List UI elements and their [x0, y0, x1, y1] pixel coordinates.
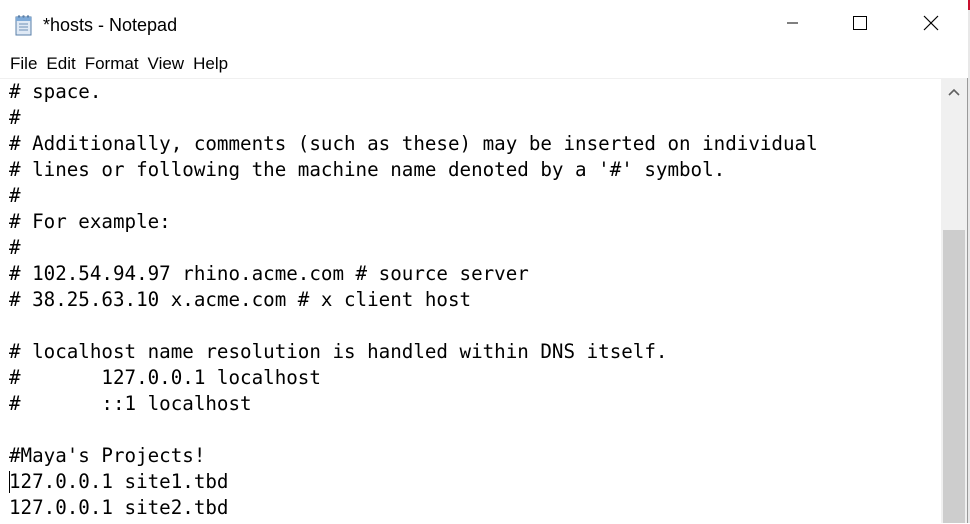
menu-format[interactable]: Format: [75, 50, 139, 78]
editor-line: # ::1 localhost: [9, 392, 252, 415]
menu-bar: File Edit Format View Help: [0, 50, 968, 78]
chevron-up-icon: [948, 83, 960, 101]
notepad-window: *hosts - Notepad File Edit Format View H…: [0, 0, 968, 524]
menu-file[interactable]: File: [0, 50, 37, 78]
maximize-button[interactable]: [837, 0, 883, 50]
text-editor[interactable]: # space. # # Additionally, comments (suc…: [0, 78, 941, 524]
editor-line: #Maya's Projects!: [9, 444, 206, 467]
notepad-icon: [14, 14, 34, 36]
scroll-thumb[interactable]: [943, 230, 965, 523]
window-title: *hosts - Notepad: [43, 15, 178, 35]
editor-line: #: [9, 184, 21, 207]
editor-line: # 38.25.63.10 x.acme.com # x client host: [9, 288, 472, 311]
scroll-up-button[interactable]: [941, 78, 967, 106]
editor-line: # 102.54.94.97 rhino.acme.com # source s…: [9, 262, 529, 285]
close-icon: [923, 15, 939, 36]
minimize-icon: [787, 16, 799, 34]
editor-line: # lines or following the machine name de…: [9, 158, 726, 181]
editor-line: 127.0.0.1 site1.tbd: [9, 470, 229, 493]
editor-line: 127.0.0.1 site2.tbd: [9, 496, 229, 519]
menu-edit[interactable]: Edit: [36, 50, 75, 78]
editor-line: #: [9, 106, 21, 129]
text-caret: [9, 471, 10, 493]
editor-line: # For example:: [9, 210, 171, 233]
title-bar[interactable]: *hosts - Notepad: [0, 0, 968, 50]
close-button[interactable]: [908, 0, 954, 50]
editor-line: # Additionally, comments (such as these)…: [9, 132, 818, 155]
editor-line: # localhost name resolution is handled w…: [9, 340, 668, 363]
menu-view[interactable]: View: [138, 50, 185, 78]
vertical-scrollbar[interactable]: [941, 78, 967, 523]
minimize-button[interactable]: [770, 0, 816, 50]
menu-help[interactable]: Help: [183, 50, 228, 78]
maximize-icon: [853, 15, 867, 35]
editor-line: # 127.0.0.1 localhost: [9, 366, 321, 389]
editor-line: # space.: [9, 80, 102, 103]
editor-line: #: [9, 236, 21, 259]
